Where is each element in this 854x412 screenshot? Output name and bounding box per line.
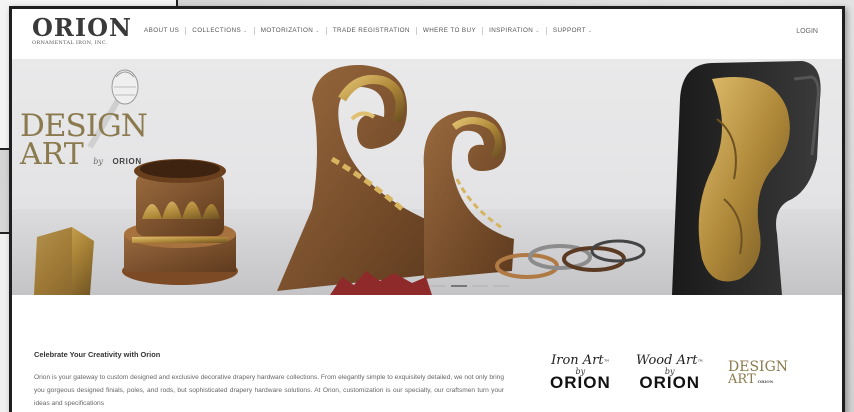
orion-logo[interactable]: ORION ORNAMENTAL IRON, INC. bbox=[32, 13, 132, 47]
slider-indicators bbox=[430, 285, 509, 287]
nav-trade-registration[interactable]: TRADE REGISTRATION bbox=[325, 27, 416, 35]
slide-indicator-4[interactable] bbox=[493, 285, 509, 287]
design-art-art-text: ART bbox=[20, 137, 84, 172]
nav-motorization[interactable]: MOTORIZATION ⌄ bbox=[253, 27, 326, 35]
wood-art-script: Wood Art™ bbox=[636, 353, 704, 368]
nav-support[interactable]: SUPPORT ⌄ bbox=[545, 27, 599, 35]
wood-block-left bbox=[34, 227, 94, 295]
finial-cup bbox=[122, 159, 238, 285]
nav-label: TRADE REGISTRATION bbox=[332, 27, 410, 34]
iron-art-logo[interactable]: Iron Art™ by ORION bbox=[550, 353, 611, 391]
nav-label: SUPPORT bbox=[552, 27, 586, 34]
wood-art-logo[interactable]: Wood Art™ by ORION bbox=[636, 353, 703, 391]
nav-collections[interactable]: COLLECTIONS ⌄ bbox=[185, 27, 253, 35]
main-nav: ABOUT US COLLECTIONS ⌄ MOTORIZATION ⌄ TRAD… bbox=[138, 27, 599, 35]
slide-indicator-3[interactable] bbox=[472, 285, 488, 287]
slide-indicator-2[interactable] bbox=[451, 285, 467, 287]
iron-art-script: Iron Art™ bbox=[551, 353, 610, 368]
nav-label: MOTORIZATION bbox=[260, 27, 314, 34]
design-art-small-art: ART bbox=[728, 372, 756, 387]
nav-about-us[interactable]: ABOUT US bbox=[138, 27, 185, 35]
nav-inspiration[interactable]: INSPIRATION ⌄ bbox=[482, 27, 546, 35]
iron-art-orion: ORION bbox=[550, 373, 611, 392]
chevron-down-icon: ⌄ bbox=[243, 28, 248, 34]
design-art-orion: ORION bbox=[112, 157, 142, 166]
design-art-by: by bbox=[93, 157, 103, 166]
nav-label: ABOUT US bbox=[144, 27, 180, 34]
intro-section: Celebrate Your Creativity with Orion Ori… bbox=[12, 295, 842, 412]
login-link[interactable]: LOGIN bbox=[796, 28, 818, 35]
scroll-bracket-large bbox=[277, 64, 437, 291]
nav-label: INSPIRATION bbox=[489, 27, 534, 34]
chevron-down-icon: ⌄ bbox=[587, 28, 593, 34]
intro-paragraph: Orion is your gateway to custom designed… bbox=[34, 374, 504, 407]
chevron-down-icon: ⌄ bbox=[535, 28, 540, 34]
brand-logos: Iron Art™ by ORION Wood Art™ by ORION DE… bbox=[550, 353, 820, 412]
slide-indicator-1[interactable] bbox=[430, 285, 446, 287]
design-art-small-logo[interactable]: DESIGN ART ORION bbox=[728, 360, 788, 388]
nav-where-to-buy[interactable]: WHERE TO BUY bbox=[415, 27, 482, 35]
chevron-down-icon: ⌄ bbox=[315, 28, 320, 34]
design-art-small-orion: ORION bbox=[757, 379, 774, 384]
wood-art-orion: ORION bbox=[639, 373, 701, 392]
site-header: ORION ORNAMENTAL IRON, INC. ABOUT US COL… bbox=[12, 9, 842, 59]
hero-banner[interactable]: DESIGN ART by ORION bbox=[12, 59, 842, 295]
intro-heading: Celebrate Your Creativity with Orion bbox=[34, 350, 161, 359]
nav-label: COLLECTIONS bbox=[192, 27, 242, 34]
browser-window: ORION ORNAMENTAL IRON, INC. ABOUT US COL… bbox=[9, 6, 845, 412]
hero-product-image bbox=[12, 61, 842, 295]
scroll-bracket-small bbox=[423, 110, 514, 280]
logo-wordmark: ORION bbox=[32, 13, 132, 42]
nav-label: WHERE TO BUY bbox=[422, 27, 477, 34]
design-art-logo: DESIGN ART by ORION bbox=[20, 111, 148, 176]
